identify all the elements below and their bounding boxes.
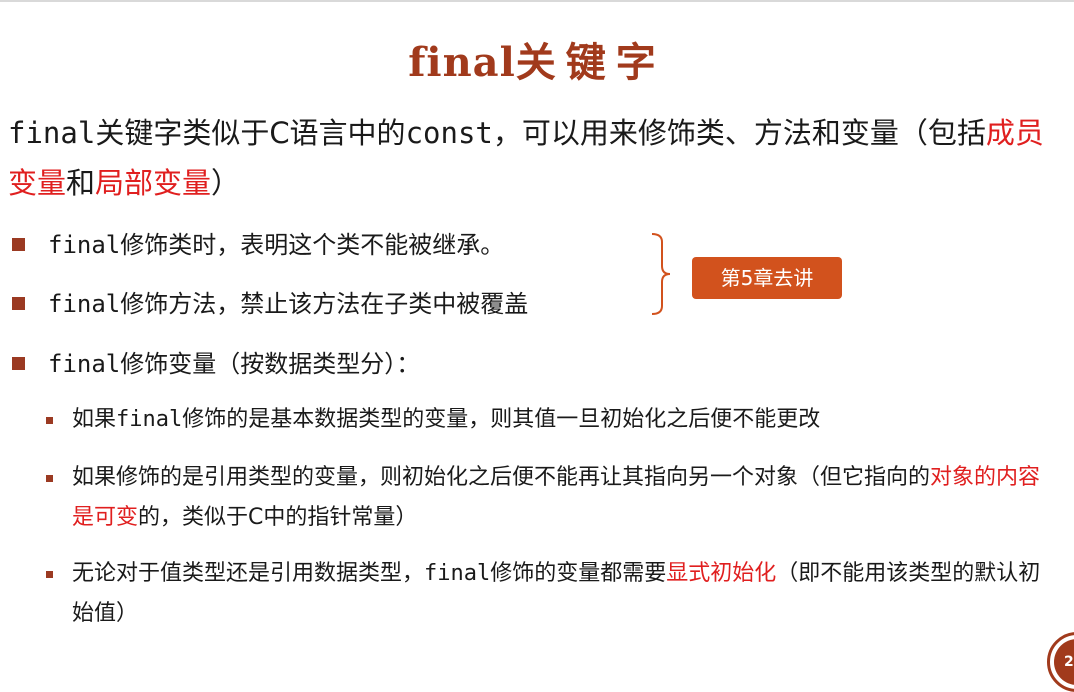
sub-text: 的，类似于C中的指针常量） [138,505,418,530]
small-square-bullet-icon [46,417,53,424]
sub-code: final [116,407,183,432]
page-number-badge: 29 [1047,632,1074,692]
bullet-text: final修饰变量（按数据类型分）： [48,347,420,381]
top-rule [0,0,1074,2]
bullet-code: final [48,350,121,378]
title-keyword: final [408,39,516,86]
page-number: 29 [1054,639,1074,685]
intro-code-const: const [405,116,493,150]
bullet-code: final [48,231,121,259]
bullet-label: 修饰方法，禁止该方法在子类中被覆盖 [120,290,529,318]
sub-text: 修饰的变量都需要 [490,561,667,586]
bullet-label: 修饰类时，表明这个类不能被继承。 [120,231,505,259]
intro-text-4: ） [211,166,241,200]
square-bullet-icon [12,297,25,310]
small-square-bullet-icon [46,571,53,578]
square-bullet-icon [12,357,25,370]
sub-text: 修饰的是基本数据类型的变量，则其值一旦初始化之后便不能更改 [182,407,821,432]
intro-highlight-local-var: 局部变量 [95,166,212,200]
intro-paragraph: final关键字类似于C语言中的const，可以用来修饰类、方法和变量（包括成员… [8,108,1068,208]
sub-bullet-text: 如果修饰的是引用类型的变量，则初始化之后便不能再让其指向另一个对象（但它指向的对… [72,458,1062,538]
intro-text-2: ，可以用来修饰类、方法和变量（包括 [492,116,986,150]
bullet-label: 修饰变量（按数据类型分）： [120,350,421,378]
intro-text-1: 关键字类似于C语言中的 [95,116,406,150]
slide-title: final关键字 [0,30,1074,88]
callout-badge: 第5章去讲 [692,257,842,299]
sub-highlight: 显式初始化 [666,561,777,586]
bullet-text: final修饰方法，禁止该方法在子类中被覆盖 [48,287,528,321]
sub-bullet-text: 如果final修饰的是基本数据类型的变量，则其值一旦初始化之后便不能更改 [72,400,1062,440]
bullet-text: final修饰类时，表明这个类不能被继承。 [48,228,504,262]
intro-code-final: final [8,116,96,150]
sub-text: 如果 [72,407,117,432]
title-text: 关键字 [515,39,666,86]
intro-text-3: 和 [66,166,96,200]
square-bullet-icon [12,238,25,251]
right-brace-icon [651,233,671,315]
sub-text: 如果修饰的是引用类型的变量，则初始化之后便不能再让其指向另一个对象（但它指向的 [72,465,931,490]
sub-bullet-text: 无论对于值类型还是引用数据类型，final修饰的变量都需要显式初始化（即不能用该… [72,554,1062,634]
sub-text: 无论对于值类型还是引用数据类型， [72,561,425,586]
sub-code: final [424,561,491,586]
bullet-code: final [48,290,121,318]
small-square-bullet-icon [46,475,53,482]
